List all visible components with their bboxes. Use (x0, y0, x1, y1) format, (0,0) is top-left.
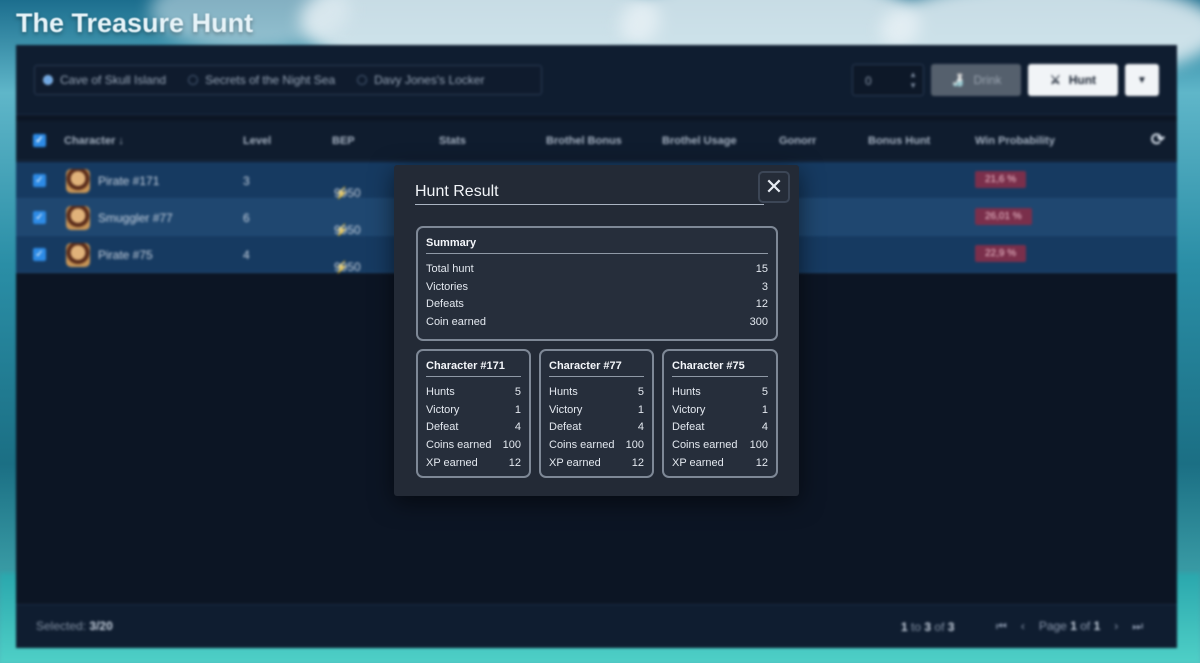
avatar (66, 169, 90, 193)
select-all-checkbox[interactable]: ✓ (33, 134, 46, 147)
sort-arrow-icon: ↓ (118, 135, 124, 147)
bottle-icon: 🍶 (950, 73, 966, 87)
hunt-button[interactable]: ⚔ Hunt (1028, 64, 1118, 96)
character-card-heading: Character #75 (672, 360, 768, 377)
win-probability-badge: 21,6 % (975, 171, 1027, 188)
stat-row: Hunts 5 (672, 385, 768, 398)
character-card-75: Character #75 Hunts 5 Victory 1 Defeat 4 Co… (662, 349, 778, 478)
location-label: Davy Jones's Locker (374, 73, 485, 87)
first-page-icon[interactable]: ⏮ (996, 619, 1007, 634)
stat-row: Victory 1 (426, 403, 521, 416)
radio-selected-icon (43, 75, 53, 85)
col-level[interactable]: Level (243, 135, 271, 147)
character-name: Pirate #171 (98, 174, 160, 188)
grid-header: ✓ Character ↓ Level BEP Stats Brothel Bo… (16, 121, 1177, 161)
location-label: Secrets of the Night Sea (205, 73, 336, 87)
last-page-icon[interactable]: ⏭ (1132, 619, 1143, 634)
dialog-title: Hunt Result (415, 183, 764, 205)
drink-button[interactable]: 🍶 Drink (931, 64, 1021, 96)
location-option-cave[interactable]: Cave of Skull Island (43, 73, 166, 87)
character-level: 6 (243, 211, 250, 225)
avatar (66, 206, 90, 230)
col-brothel-usage[interactable]: Brothel Usage (662, 135, 737, 147)
radio-icon (357, 75, 368, 85)
toolbar: Cave of Skull Island Secrets of the Nigh… (16, 45, 1177, 115)
pagination: ⏮ ‹ Page 1 of 1 › ⏭ (996, 619, 1143, 634)
col-brothel-bonus[interactable]: Brothel Bonus (546, 135, 622, 147)
location-selector: Cave of Skull Island Secrets of the Nigh… (34, 65, 542, 95)
page-indicator: Page 1 of 1 (1038, 619, 1101, 633)
location-label: Cave of Skull Island (60, 73, 167, 87)
close-icon[interactable]: ✕ (758, 171, 790, 203)
hunt-label: Hunt (1068, 73, 1097, 87)
stat-row: Coins earned 100 (549, 439, 644, 452)
radio-icon (188, 75, 199, 85)
stat-row: Hunts 5 (426, 385, 521, 398)
selected-count: Selected: 3/20 (36, 619, 113, 633)
caret-down-icon: ▼ (1137, 74, 1147, 86)
col-character[interactable]: Character ↓ (64, 135, 124, 147)
stat-row: Defeat 4 (549, 421, 644, 434)
summary-card: Summary Total hunt 15 Victories 3 Defeats 1… (416, 226, 778, 341)
col-bep[interactable]: BEP (332, 135, 355, 147)
app-title: The Treasure Hunt (16, 8, 254, 38)
quantity-value: 0 (865, 74, 872, 88)
character-card-heading: Character #171 (426, 360, 521, 377)
row-checkbox[interactable]: ✓ (33, 211, 46, 224)
character-name: Pirate #75 (98, 248, 153, 262)
row-range: 1 to 3 of 3 (901, 620, 955, 634)
stat-row: Victory 1 (549, 403, 644, 416)
row-checkbox[interactable]: ✓ (33, 248, 46, 261)
dropdown-button[interactable]: ▼ (1125, 64, 1159, 96)
stat-row: Victory 1 (672, 403, 768, 416)
avatar (66, 243, 90, 267)
stat-row: XP earned 12 (549, 457, 644, 470)
stat-row: Defeat 4 (426, 421, 521, 434)
grid-footer: Selected: 3/20 1 to 3 of 3 ⏮ ‹ Page 1 of… (16, 604, 1177, 648)
character-card-77: Character #77 Hunts 5 Victory 1 Defeat 4 Co… (539, 349, 654, 478)
stat-row: XP earned 12 (672, 457, 768, 470)
col-win-probability[interactable]: Win Probability (975, 135, 1055, 147)
refresh-icon[interactable]: ⟳ (1151, 130, 1165, 150)
col-stats[interactable]: Stats (439, 135, 466, 147)
stat-row: Coins earned 100 (672, 439, 768, 452)
row-checkbox[interactable]: ✓ (33, 174, 46, 187)
character-name: Smuggler #77 (98, 211, 173, 225)
location-option-night-sea[interactable]: Secrets of the Night Sea (188, 73, 335, 87)
summary-heading: Summary (426, 237, 768, 254)
summary-row: Victories 3 (426, 280, 768, 293)
hunt-result-dialog: Hunt Result ✕ Summary Total hunt 15 Victo… (394, 165, 799, 496)
col-bonus-hunt[interactable]: Bonus Hunt (868, 135, 930, 147)
character-card-heading: Character #77 (549, 360, 644, 377)
prev-page-icon[interactable]: ‹ (1021, 619, 1025, 634)
summary-row: Coin earned 300 (426, 316, 768, 329)
stat-row: XP earned 12 (426, 457, 521, 470)
summary-row: Defeats 12 (426, 298, 768, 311)
character-card-171: Character #171 Hunts 5 Victory 1 Defeat 4 C… (416, 349, 531, 478)
location-option-davy-jones[interactable]: Davy Jones's Locker (357, 73, 484, 87)
win-probability-badge: 26,01 % (975, 208, 1032, 225)
quantity-stepper[interactable]: ▲ ▼ (909, 69, 917, 91)
crossed-swords-icon: ⚔ (1049, 73, 1061, 87)
stat-row: Hunts 5 (549, 385, 644, 398)
stat-row: Defeat 4 (672, 421, 768, 434)
quantity-input[interactable]: 0 ▲ ▼ (852, 64, 924, 96)
character-level: 3 (243, 174, 250, 188)
stat-row: Coins earned 100 (426, 439, 521, 452)
character-level: 4 (243, 248, 250, 262)
next-page-icon[interactable]: › (1114, 619, 1118, 634)
win-probability-badge: 22,9 % (975, 245, 1027, 262)
drink-label: Drink (973, 73, 1002, 87)
col-gonorr[interactable]: Gonorr (779, 135, 816, 147)
summary-row: Total hunt 15 (426, 262, 768, 275)
